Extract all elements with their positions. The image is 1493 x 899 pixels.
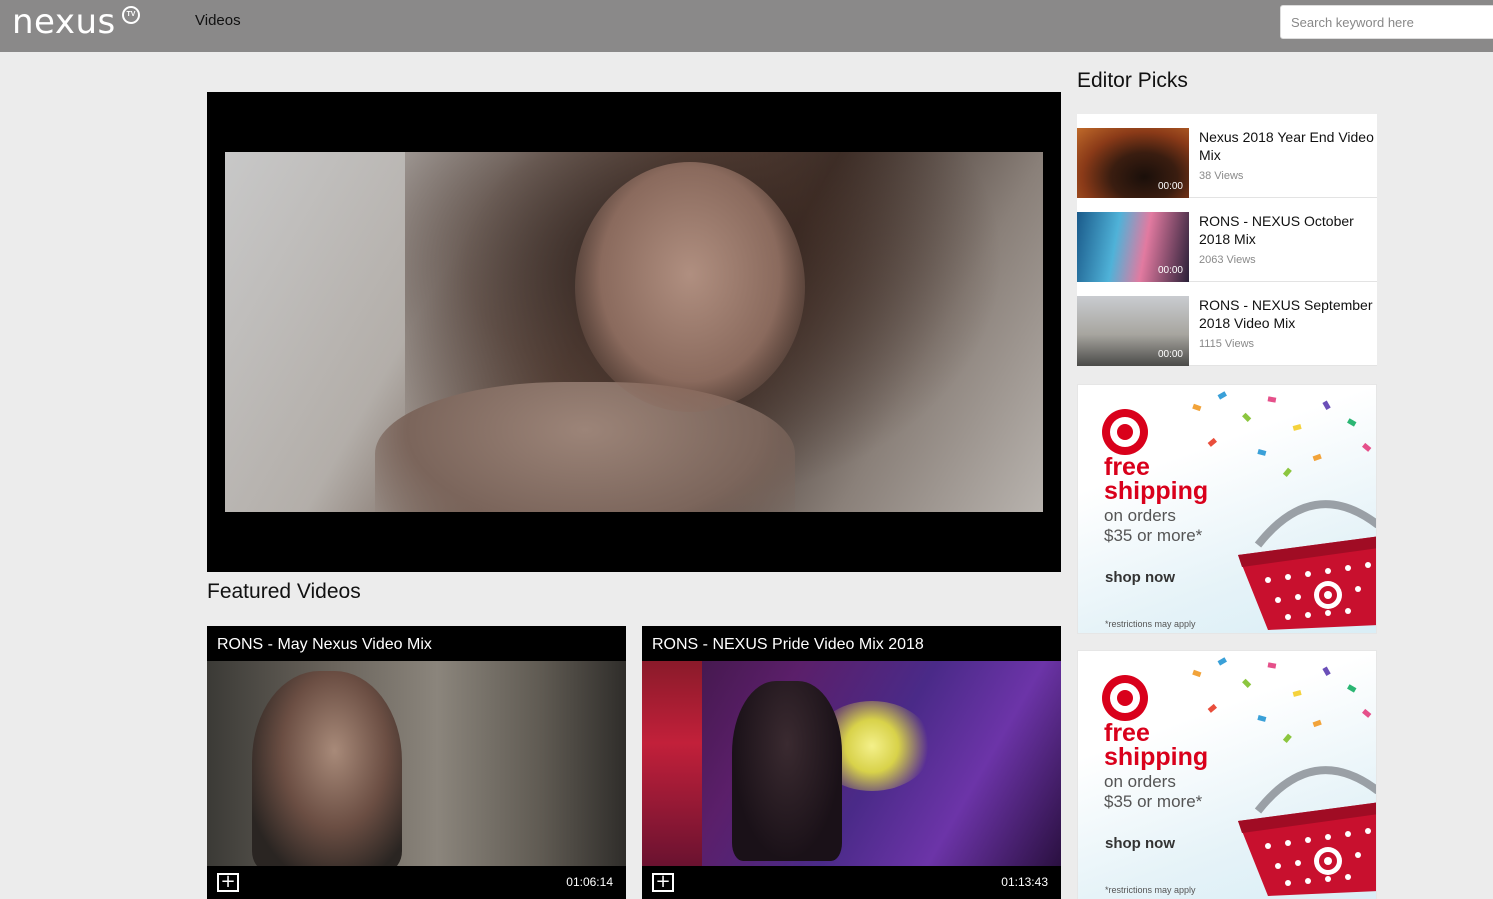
logo-wordmark: nexus <box>12 2 116 42</box>
ad-headline: free <box>1104 719 1150 747</box>
video-duration: 00:00 <box>1157 265 1183 276</box>
featured-video-title[interactable]: RONS - NEXUS Pride Video Mix 2018 <box>652 636 924 654</box>
main-video-player[interactable] <box>207 92 1061 572</box>
video-duration: 00:00 <box>1157 349 1183 360</box>
editor-pick-item[interactable]: 00:00 Nexus 2018 Year End Video Mix 38 V… <box>1077 114 1377 198</box>
editor-pick-title[interactable]: Nexus 2018 Year End Video Mix <box>1199 128 1379 164</box>
advertisement-banner[interactable]: free shipping on orders $35 or more* sho… <box>1077 650 1377 899</box>
view-count: 1115 Views <box>1199 338 1255 350</box>
editor-pick-item[interactable]: 00:00 RONS - NEXUS September 2018 Video … <box>1077 282 1377 366</box>
editor-pick-thumbnail[interactable]: 00:00 <box>1077 296 1189 366</box>
ad-headline: free <box>1104 453 1150 481</box>
editor-picks-heading: Editor Picks <box>1077 69 1188 92</box>
ad-disclaimer: *restrictions may apply <box>1105 885 1196 895</box>
ad-subtext: on orders <box>1104 506 1176 525</box>
top-navigation-bar: nexus TV Videos <box>0 0 1493 52</box>
tv-badge-icon: TV <box>122 6 140 24</box>
advertisement-banner[interactable]: free shipping on orders $35 or more* sho… <box>1077 384 1377 634</box>
thumbnail-figure <box>732 681 842 861</box>
confetti-decoration <box>1192 391 1372 477</box>
video-duration: 01:13:43 <box>1001 875 1048 889</box>
thumbnail-stage-lights <box>642 661 702 866</box>
featured-video-card[interactable]: RONS - May Nexus Video Mix + 01:06:14 <box>207 626 626 899</box>
ad-disclaimer: *restrictions may apply <box>1105 619 1196 629</box>
video-duration: 01:06:14 <box>566 875 613 889</box>
confetti-decoration <box>1192 657 1372 743</box>
ad-subtext: $35 or more* <box>1104 526 1203 545</box>
view-count: 38 Views <box>1199 170 1244 182</box>
featured-video-title[interactable]: RONS - May Nexus Video Mix <box>217 636 432 654</box>
video-duration: 00:00 <box>1157 181 1183 192</box>
featured-video-thumbnail[interactable] <box>207 661 626 871</box>
plus-square-icon[interactable]: + <box>652 873 674 892</box>
featured-video-controls: + 01:13:43 <box>642 866 1061 899</box>
featured-video-controls: + 01:06:14 <box>207 866 626 899</box>
plus-square-icon[interactable]: + <box>217 873 239 892</box>
view-count: 2063 Views <box>1199 254 1256 266</box>
nexus-tv-logo[interactable]: nexus TV <box>12 2 142 46</box>
bullseye-logo-icon <box>1102 675 1148 721</box>
editor-pick-title[interactable]: RONS - NEXUS September 2018 Video Mix <box>1199 296 1379 332</box>
thumbnail-figure <box>252 671 402 871</box>
video-frame <box>225 152 1043 512</box>
editor-picks-list: 00:00 Nexus 2018 Year End Video Mix 38 V… <box>1077 114 1377 366</box>
video-scene-face <box>575 162 805 412</box>
ad-shop-now-link[interactable]: shop now <box>1105 569 1175 586</box>
search-input[interactable] <box>1280 5 1493 39</box>
ad-subtext: on orders <box>1104 772 1176 791</box>
editor-pick-item[interactable]: 00:00 RONS - NEXUS October 2018 Mix 2063… <box>1077 198 1377 282</box>
editor-pick-thumbnail[interactable]: 00:00 <box>1077 128 1189 198</box>
bullseye-logo-icon <box>1102 409 1148 455</box>
ad-subtext: $35 or more* <box>1104 792 1203 811</box>
nav-link-videos[interactable]: Videos <box>195 12 241 29</box>
editor-pick-title[interactable]: RONS - NEXUS October 2018 Mix <box>1199 212 1379 248</box>
editor-pick-thumbnail[interactable]: 00:00 <box>1077 212 1189 282</box>
featured-videos-heading: Featured Videos <box>207 580 361 603</box>
featured-video-card[interactable]: RONS - NEXUS Pride Video Mix 2018 + 01:1… <box>642 626 1061 899</box>
featured-video-thumbnail[interactable] <box>642 661 1061 866</box>
ad-shop-now-link[interactable]: shop now <box>1105 835 1175 852</box>
